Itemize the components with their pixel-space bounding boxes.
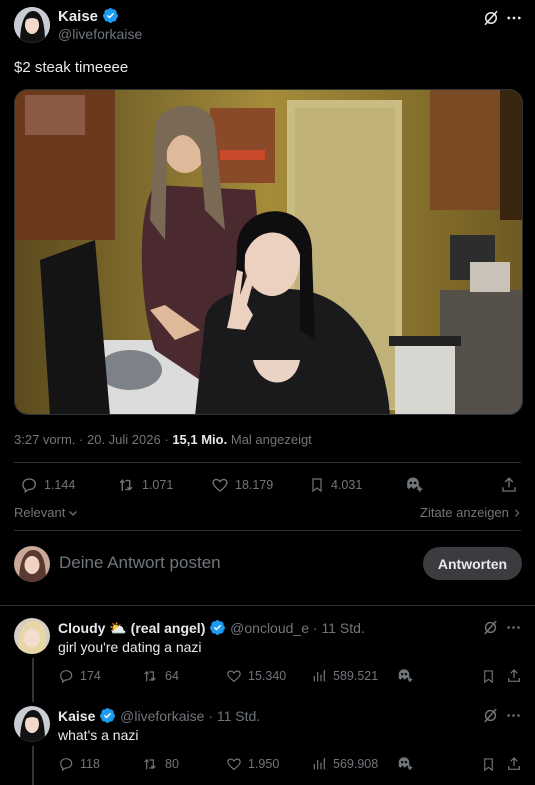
like-button[interactable]: 15.340 <box>226 668 286 684</box>
reply-count: 118 <box>80 757 100 771</box>
chevron-right-icon <box>514 508 520 517</box>
reply-avatar[interactable] <box>14 618 50 654</box>
verified-badge-icon <box>102 7 119 24</box>
reply-author-handle[interactable]: @oncloud_e <box>230 620 309 636</box>
views-button[interactable]: 569.908 <box>311 756 378 772</box>
share-icon[interactable] <box>500 476 518 494</box>
own-avatar-image <box>14 546 50 582</box>
reply-author-name[interactable]: Kaise <box>58 708 95 724</box>
bookmark-icon[interactable] <box>481 756 496 773</box>
reply-header: Kaise @liveforkaise · 11 Std. <box>58 707 261 724</box>
divider <box>0 605 535 606</box>
author-name[interactable]: Kaise <box>58 8 98 25</box>
views-count: 569.908 <box>333 757 379 771</box>
bookmark-count: 4.031 <box>331 478 363 492</box>
like-button[interactable]: 1.950 <box>226 756 279 772</box>
chevron-down-icon <box>69 510 78 516</box>
repost-icon <box>144 758 156 770</box>
views-button[interactable]: 589.521 <box>311 668 378 684</box>
reply-text: girl you're dating a nazi <box>58 639 202 655</box>
like-count: 1.950 <box>248 757 280 771</box>
reply-button[interactable]: 118 <box>58 756 100 772</box>
views-label: Mal angezeigt <box>230 432 312 447</box>
repost-button[interactable]: 80 <box>141 756 179 772</box>
share-icon[interactable] <box>506 668 522 684</box>
reply-avatar[interactable] <box>14 706 50 742</box>
grok-icon[interactable] <box>482 707 499 724</box>
reply-button[interactable]: 174 <box>58 668 101 684</box>
views-count: 15,1 Mio. <box>172 432 228 447</box>
analytics-icon <box>313 758 325 770</box>
repost-icon <box>119 478 133 491</box>
reply-icon <box>60 670 73 684</box>
thread-line <box>32 746 34 785</box>
like-button[interactable]: 18.179 <box>211 476 273 494</box>
views-count: 589.521 <box>333 669 379 683</box>
repost-count: 64 <box>165 669 179 683</box>
repost-button[interactable]: 1.071 <box>116 476 173 494</box>
verified-badge-icon <box>99 707 116 724</box>
own-avatar[interactable] <box>14 546 50 582</box>
thread-line <box>32 658 34 702</box>
reply-author-name-suffix[interactable]: (real angel) <box>131 620 206 636</box>
grok-ask-icon[interactable] <box>403 475 423 495</box>
reply-author-handle[interactable]: @liveforkaise <box>120 708 204 724</box>
more-options-icon[interactable] <box>505 9 523 27</box>
photo-kitchen-scene <box>15 90 522 414</box>
repost-button[interactable]: 64 <box>141 668 179 684</box>
reply-icon <box>22 478 37 494</box>
sort-dropdown[interactable]: Relevant <box>14 505 79 520</box>
reply-text: what's a nazi <box>58 727 139 743</box>
reply-button[interactable]: 1.144 <box>20 476 75 494</box>
bookmark-icon <box>312 478 322 493</box>
heart-icon <box>212 478 228 492</box>
repost-count: 1.071 <box>142 478 174 492</box>
reply-count: 174 <box>80 669 101 683</box>
repost-icon <box>144 670 156 682</box>
repost-count: 80 <box>165 757 179 771</box>
divider <box>14 530 521 531</box>
avatar-image <box>14 7 50 43</box>
post-text: $2 steak timeeee <box>14 59 129 76</box>
more-options-icon[interactable] <box>505 707 522 724</box>
reply-header: Cloudy ⛅ (real angel) @oncloud_e · 11 St… <box>58 619 365 636</box>
analytics-icon <box>313 670 325 682</box>
reply-author-emoji: ⛅ <box>109 620 127 636</box>
divider <box>14 462 521 463</box>
verified-badge-icon <box>209 619 226 636</box>
view-quotes-link[interactable]: Zitate anzeigen <box>420 505 522 520</box>
reply-submit-button[interactable]: Antworten <box>423 547 522 580</box>
reply-time[interactable]: 11 Std. <box>217 708 260 724</box>
share-icon[interactable] <box>506 756 522 772</box>
post-date[interactable]: 20. Juli 2026 <box>87 432 161 447</box>
bookmark-icon[interactable] <box>481 668 496 685</box>
grok-icon[interactable] <box>482 9 500 27</box>
post-image[interactable] <box>14 89 523 415</box>
grok-ask-icon[interactable] <box>395 755 413 773</box>
reply-author-name[interactable]: Cloudy <box>58 620 105 636</box>
bookmark-button[interactable]: 4.031 <box>309 476 362 494</box>
author-avatar[interactable] <box>14 7 50 43</box>
heart-icon <box>227 758 241 771</box>
view-quotes-label: Zitate anzeigen <box>420 505 509 520</box>
grok-icon[interactable] <box>482 619 499 636</box>
like-count: 15.340 <box>248 669 287 683</box>
more-options-icon[interactable] <box>505 619 522 636</box>
sort-label: Relevant <box>14 505 66 520</box>
reply-avatar-image <box>14 706 50 742</box>
heart-icon <box>227 670 241 683</box>
grok-ask-icon[interactable] <box>395 667 413 685</box>
post-meta: 3:27 vorm. · 20. Juli 2026 · 15,1 Mio. M… <box>14 432 312 447</box>
post-time[interactable]: 3:27 vorm. <box>14 432 75 447</box>
like-count: 18.179 <box>235 478 274 492</box>
reply-icon <box>60 758 73 772</box>
reply-count: 1.144 <box>44 478 76 492</box>
reply-input[interactable]: Deine Antwort posten <box>59 553 221 573</box>
author-handle[interactable]: @liveforkaise <box>58 26 142 42</box>
reply-time[interactable]: 11 Std. <box>321 620 364 636</box>
reply-avatar-image <box>14 618 50 654</box>
author-name-row[interactable]: Kaise <box>58 7 119 26</box>
